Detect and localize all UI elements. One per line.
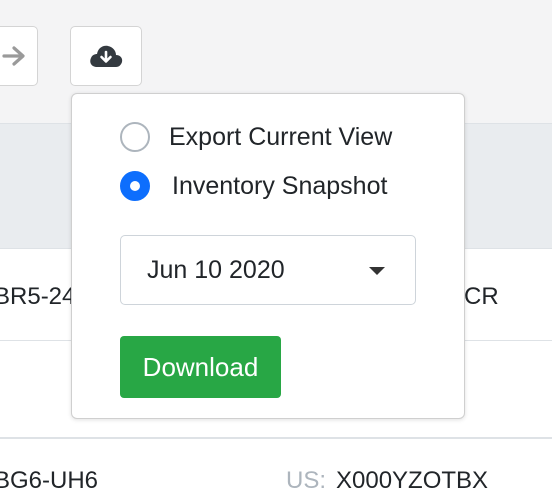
table-cell-marketplace-label: US: (286, 467, 327, 494)
radio-button[interactable] (120, 171, 150, 201)
download-button[interactable]: Download (120, 336, 281, 398)
radio-label: Export Current View (169, 122, 393, 151)
table-cell-code: CR (464, 283, 499, 310)
cloud-download-icon (90, 45, 123, 67)
select-value: Jun 10 2020 (147, 255, 285, 284)
radio-button[interactable] (120, 122, 150, 152)
radio-inventory-snapshot[interactable]: Inventory Snapshot (120, 171, 387, 201)
radio-export-current-view[interactable]: Export Current View (120, 122, 392, 152)
chevron-down-icon (369, 267, 385, 275)
table-row: BG6-UH6 US: X000YZOTBX (0, 437, 552, 494)
export-popover: Export Current View Inventory Snapshot J… (71, 93, 465, 419)
arrow-right-icon (2, 46, 25, 66)
radio-label: Inventory Snapshot (172, 171, 388, 200)
table-cell-sku: BR5-24 (0, 283, 76, 310)
forward-button[interactable] (0, 26, 38, 86)
export-button[interactable] (70, 26, 142, 86)
table-cell-asin: X000YZOTBX (336, 467, 489, 494)
snapshot-date-select[interactable]: Jun 10 2020 (120, 235, 416, 305)
table-cell-sku: BG6-UH6 (0, 467, 99, 494)
